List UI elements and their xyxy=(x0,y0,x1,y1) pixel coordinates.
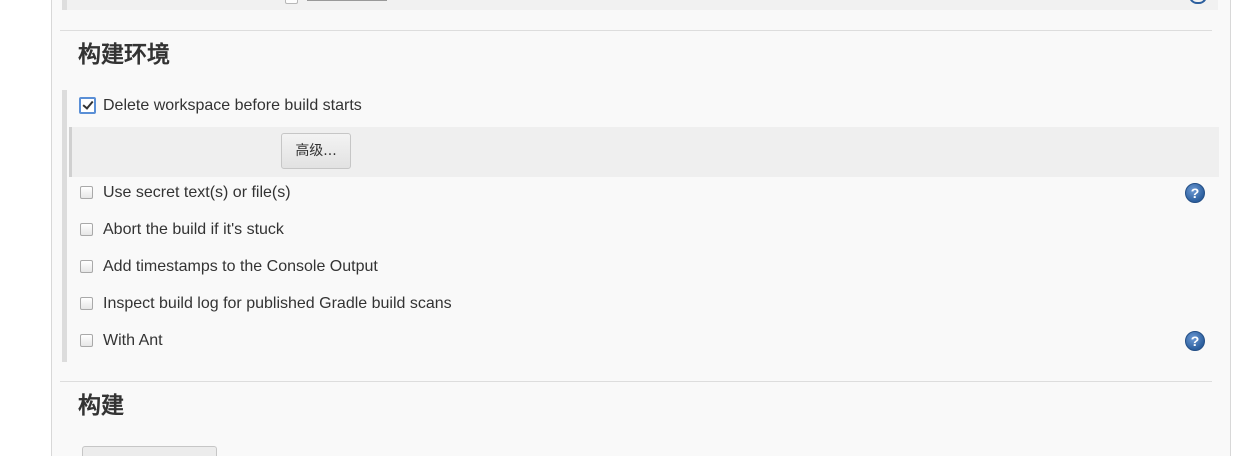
partial-checkbox[interactable] xyxy=(285,0,298,4)
abort-stuck-label[interactable]: Abort the build if it's stuck xyxy=(103,221,284,239)
option-timestamps[interactable]: Add timestamps to the Console Output xyxy=(67,258,1217,284)
delete-workspace-checkbox[interactable] xyxy=(79,97,96,114)
help-icon[interactable]: ? xyxy=(1185,331,1205,351)
section-divider xyxy=(60,30,1212,31)
config-panel: 构建环境 Delete workspace before build start… xyxy=(51,0,1231,456)
build-environment-title: 构建环境 xyxy=(78,42,170,68)
gradle-scans-checkbox[interactable] xyxy=(80,297,93,310)
option-delete-workspace[interactable]: Delete workspace before build starts xyxy=(67,97,1217,123)
partial-label xyxy=(307,0,387,3)
option-abort-stuck[interactable]: Abort the build if it's stuck xyxy=(67,221,1217,247)
gradle-scans-label[interactable]: Inspect build log for published Gradle b… xyxy=(103,295,452,313)
secret-text-label[interactable]: Use secret text(s) or file(s) xyxy=(103,184,291,202)
build-title: 构建 xyxy=(78,393,124,419)
build-environment-options: Delete workspace before build starts 高级.… xyxy=(62,90,1219,362)
with-ant-checkbox[interactable] xyxy=(80,334,93,347)
timestamps-label[interactable]: Add timestamps to the Console Output xyxy=(103,258,378,276)
previous-section-remnant xyxy=(62,0,1218,10)
timestamps-checkbox[interactable] xyxy=(80,260,93,273)
section-divider xyxy=(60,381,1212,382)
help-icon[interactable]: ? xyxy=(1185,183,1205,203)
option-secret-text[interactable]: Use secret text(s) or file(s) ? xyxy=(67,183,1217,210)
abort-stuck-checkbox[interactable] xyxy=(80,223,93,236)
advanced-button[interactable]: 高级... xyxy=(281,133,351,169)
option-gradle-scans[interactable]: Inspect build log for published Gradle b… xyxy=(67,295,1217,321)
delete-workspace-label[interactable]: Delete workspace before build starts xyxy=(103,97,362,115)
partial-help-icon[interactable] xyxy=(1189,0,1207,4)
option-with-ant[interactable]: With Ant ? xyxy=(67,331,1217,358)
secret-text-checkbox[interactable] xyxy=(80,186,93,199)
with-ant-label[interactable]: With Ant xyxy=(103,332,163,350)
advanced-row: 高级... xyxy=(69,127,1219,177)
